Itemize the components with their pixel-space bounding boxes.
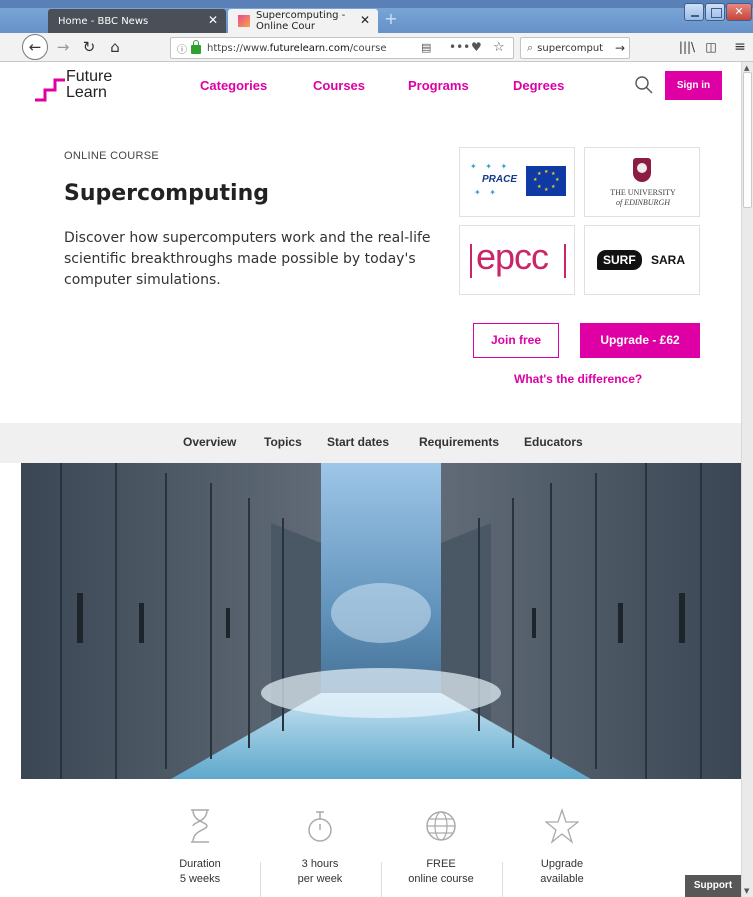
tab-supercomputing[interactable]: Supercomputing - Online Cour ✕ xyxy=(228,9,378,33)
stat-line2: 5 weeks xyxy=(179,873,221,885)
scroll-thumb[interactable] xyxy=(743,72,752,208)
window-close-button[interactable]: ✕ xyxy=(726,3,752,21)
page-title: Supercomputing xyxy=(64,181,269,206)
stars-decoration: ✦ ✦ xyxy=(474,188,499,197)
library-icon[interactable]: |||\ xyxy=(676,36,698,58)
stat-free: FREE online course xyxy=(381,786,501,885)
subnav-topics[interactable]: Topics xyxy=(264,435,302,449)
server-room-illustration xyxy=(21,463,741,779)
reader-icon[interactable]: ▤ xyxy=(421,41,431,54)
partner-logo-prace[interactable]: ✦ ✦ ✦ PRACE ✦ ✦ ★ ★ ★ ★ ★ ★ ★ ★ xyxy=(459,147,575,217)
divider xyxy=(260,862,261,897)
stat-line1: 3 hours xyxy=(301,858,339,870)
new-tab-button[interactable]: + xyxy=(380,8,402,30)
site-header: Future Learn Categories Courses Programs… xyxy=(0,62,741,112)
back-icon[interactable]: ← xyxy=(22,34,48,60)
stat-line1: Upgrade xyxy=(540,858,584,870)
more-icon[interactable]: ••• xyxy=(449,40,470,54)
lock-icon xyxy=(191,40,201,54)
url-path: /courses/ xyxy=(349,42,387,54)
support-button[interactable]: Support xyxy=(685,875,741,897)
info-icon[interactable]: ⓘ xyxy=(177,41,187,56)
hero-image-server-room xyxy=(21,463,741,779)
url-host: futurelearn.com xyxy=(269,42,350,54)
edinburgh-line2: of EDINBURGH xyxy=(616,198,670,207)
minimize-button[interactable] xyxy=(684,3,704,21)
surf-wordmark: SURF xyxy=(597,250,642,270)
page-content: Future Learn Categories Courses Programs… xyxy=(0,62,741,897)
reload-icon[interactable]: ↻ xyxy=(78,36,100,58)
sign-in-button[interactable]: Sign in xyxy=(665,71,722,100)
epcc-bar xyxy=(564,244,566,278)
stars-decoration: ✦ ✦ ✦ xyxy=(470,162,511,171)
edinburgh-line1: THE UNIVERSITY xyxy=(610,188,676,197)
forward-icon[interactable]: → xyxy=(52,36,74,58)
close-icon[interactable]: ✕ xyxy=(208,13,218,27)
course-description: Discover how supercomputers work and the… xyxy=(64,230,431,288)
partner-logo-surfsara[interactable]: SURF SARA xyxy=(584,225,700,295)
star-icon xyxy=(545,807,579,844)
nav-courses[interactable]: Courses xyxy=(313,78,365,93)
url-bar[interactable]: ⓘ https://www.futurelearn.com/courses/ ▤… xyxy=(170,37,514,59)
edinburgh-crest-icon xyxy=(633,158,651,182)
close-icon[interactable]: ✕ xyxy=(360,13,370,27)
url-prefix: https://www. xyxy=(207,42,270,54)
sidebar-icon[interactable]: ◫ xyxy=(700,36,722,58)
divider xyxy=(381,862,382,897)
hourglass-icon xyxy=(191,809,209,843)
browser-toolbar: ← → ↻ ⌂ ⓘ https://www.futurelearn.com/co… xyxy=(0,33,753,62)
stat-hours: 3 hours per week xyxy=(260,786,380,885)
join-free-button[interactable]: Join free xyxy=(473,323,559,358)
search-value: supercomput xyxy=(537,42,604,54)
subnav-start-dates[interactable]: Start dates xyxy=(327,435,389,449)
subnav-overview[interactable]: Overview xyxy=(183,435,236,449)
browser-search-input[interactable]: ⌕ supercomput → xyxy=(520,37,630,59)
epcc-wordmark: epcc xyxy=(476,236,549,277)
nav-categories[interactable]: Categories xyxy=(200,78,267,93)
subnav-educators[interactable]: Educators xyxy=(524,435,583,449)
course-subnav: Overview Topics Start dates Requirements… xyxy=(0,423,741,463)
tab-label: Home - BBC News xyxy=(58,15,149,27)
scroll-up-icon[interactable]: ▲ xyxy=(744,64,749,72)
nav-degrees[interactable]: Degrees xyxy=(513,78,564,93)
globe-icon xyxy=(426,811,456,841)
maximize-button[interactable] xyxy=(705,3,725,21)
stat-duration: Duration 5 weeks xyxy=(140,786,260,885)
logo-steps-icon xyxy=(35,78,65,102)
bookmark-star-icon[interactable]: ☆ xyxy=(493,40,505,55)
stat-line2: online course xyxy=(408,873,474,885)
tab-bbc-news[interactable]: Home - BBC News ✕ xyxy=(48,9,226,33)
go-arrow-icon[interactable]: → xyxy=(615,41,625,55)
titlebar-strip xyxy=(0,0,753,8)
partner-logo-epcc[interactable]: epcc xyxy=(459,225,575,295)
subnav-requirements[interactable]: Requirements xyxy=(419,435,499,449)
stat-line1: FREE xyxy=(426,858,456,870)
partner-logo-edinburgh[interactable]: THE UNIVERSITY of EDINBURGH xyxy=(584,147,700,217)
sara-wordmark: SARA xyxy=(651,253,686,267)
course-type-label: ONLINE COURSE xyxy=(64,150,159,162)
search-icon[interactable] xyxy=(634,75,654,95)
search-icon: ⌕ xyxy=(527,41,534,54)
scroll-down-icon[interactable]: ▼ xyxy=(744,887,749,895)
logo-word-learn: Learn xyxy=(66,84,107,101)
upgrade-button[interactable]: Upgrade - £62 xyxy=(580,323,700,358)
pocket-icon[interactable]: ♥ xyxy=(471,40,482,54)
stat-line2: per week xyxy=(297,873,343,885)
page-scrollbar[interactable]: ▲ ▼ xyxy=(741,62,753,897)
stat-line2: available xyxy=(540,873,584,885)
prace-wordmark: PRACE xyxy=(482,174,518,185)
futurelearn-logo[interactable]: Future Learn xyxy=(34,68,144,108)
divider xyxy=(502,862,503,897)
url-text[interactable]: https://www.futurelearn.com/courses/ xyxy=(207,43,387,54)
stat-upgrade: Upgrade available xyxy=(502,786,622,885)
menu-icon[interactable]: ≡ xyxy=(729,36,751,58)
difference-link[interactable]: What's the difference? xyxy=(514,372,642,386)
futurelearn-favicon-icon xyxy=(238,15,250,27)
epcc-bar xyxy=(470,244,472,278)
home-icon[interactable]: ⌂ xyxy=(104,36,126,58)
eu-flag-icon: ★ ★ ★ ★ ★ ★ ★ ★ xyxy=(526,166,566,196)
stat-line1: Duration xyxy=(179,858,221,870)
nav-programs[interactable]: Programs xyxy=(408,78,469,93)
stopwatch-icon xyxy=(308,811,332,842)
